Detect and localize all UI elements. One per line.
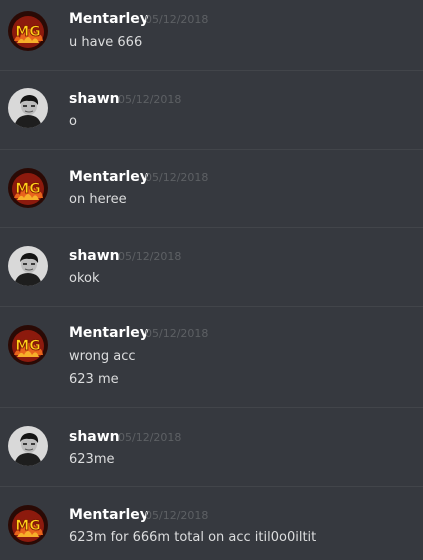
message-text: u have 666 (69, 35, 143, 50)
message-text: o (69, 114, 77, 129)
message-group: MG Mentarley 05/12/2018 wrong acc 623 me (0, 307, 423, 407)
shawn-avatar-icon (8, 426, 48, 466)
message-group: MG Mentarley 05/12/2018 on heree (0, 150, 423, 227)
message-author[interactable]: Mentarley (69, 324, 149, 342)
user-avatar[interactable] (8, 426, 48, 466)
svg-text:MG: MG (15, 518, 40, 534)
svg-text:MG: MG (15, 181, 40, 197)
svg-text:MG: MG (15, 24, 40, 40)
message-timestamp: 05/12/2018 (145, 171, 209, 184)
user-avatar[interactable] (8, 88, 48, 128)
mg-logo-avatar-icon: MG (8, 11, 48, 51)
message-group: shawn 05/12/2018 o (0, 71, 423, 149)
mg-logo-avatar-icon: MG (8, 325, 48, 365)
message-text: okok (69, 271, 100, 286)
message-text: wrong acc (69, 349, 136, 364)
message-group: MG Mentarley 05/12/2018 u have 666 (0, 0, 423, 70)
message-timestamp: 05/12/2018 (118, 431, 182, 444)
message-author[interactable]: shawn (69, 90, 120, 108)
message-author[interactable]: Mentarley (69, 506, 149, 524)
message-timestamp: 05/12/2018 (118, 250, 182, 263)
user-avatar[interactable]: MG (8, 505, 48, 545)
message-timestamp: 05/12/2018 (145, 13, 209, 26)
message-timestamp: 05/12/2018 (145, 509, 209, 522)
mg-logo-avatar-icon: MG (8, 505, 48, 545)
user-avatar[interactable]: MG (8, 168, 48, 208)
message-text: 623me (69, 452, 115, 467)
user-avatar[interactable]: MG (8, 325, 48, 365)
user-avatar[interactable] (8, 246, 48, 286)
message-text: 623 me (69, 372, 119, 387)
mg-logo-avatar-icon: MG (8, 168, 48, 208)
message-author[interactable]: Mentarley (69, 168, 149, 186)
shawn-avatar-icon (8, 88, 48, 128)
chat-message-list: MG Mentarley 05/12/2018 u have 666 shawn… (0, 0, 423, 560)
message-author[interactable]: shawn (69, 247, 120, 265)
user-avatar[interactable]: MG (8, 11, 48, 51)
shawn-avatar-icon (8, 246, 48, 286)
message-timestamp: 05/12/2018 (145, 327, 209, 340)
message-author[interactable]: Mentarley (69, 10, 149, 28)
message-author[interactable]: shawn (69, 428, 120, 446)
svg-text:MG: MG (15, 338, 40, 354)
message-group: MG Mentarley 05/12/2018 623m for 666m to… (0, 487, 423, 560)
message-group: shawn 05/12/2018 623me (0, 408, 423, 486)
message-group: shawn 05/12/2018 okok (0, 228, 423, 306)
message-text: on heree (69, 192, 127, 207)
message-text: 623m for 666m total on acc itil0o0iltit (69, 530, 317, 545)
message-timestamp: 05/12/2018 (118, 93, 182, 106)
